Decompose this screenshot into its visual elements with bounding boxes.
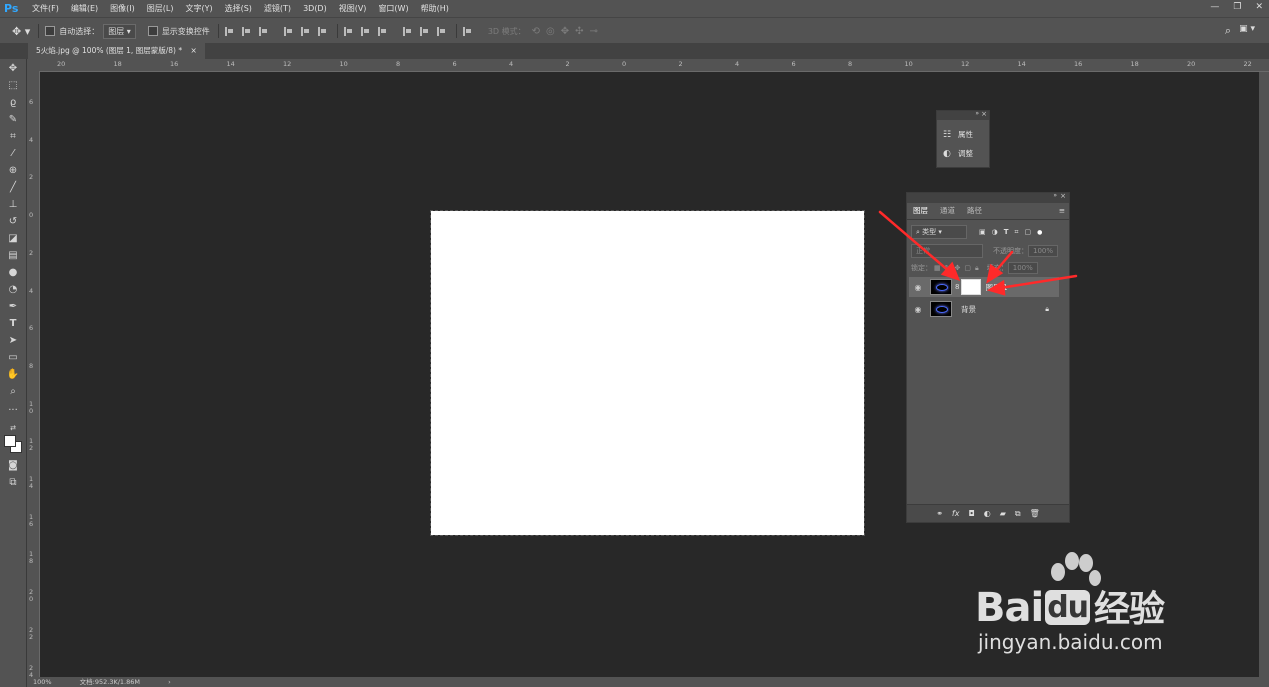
baidu-watermark: Bai du 经验 jingyan.baidu.com [975,548,1215,658]
brand-bai: Bai [975,585,1044,631]
zoom-level[interactable]: 100% [33,678,52,686]
baidu-brand: Bai du 经验 [975,580,1165,632]
arrow-line-2 [993,250,1014,274]
brand-jingyan: 经验 [1094,589,1165,630]
brand-du: du [1045,590,1091,625]
status-arrow-icon[interactable]: › [168,678,171,686]
arrow-line-3 [998,274,1078,290]
arrow-head-1 [940,261,961,282]
status-bar: 100% 文档:952.3K/1.86M › [27,677,1269,687]
foreground-color-swatch[interactable] [4,435,16,447]
arrow-head-3 [986,279,1006,296]
watermark-url: jingyan.baidu.com [978,630,1163,654]
document-info: 文档:952.3K/1.86M [79,678,141,686]
arrow-line-1 [878,210,952,274]
